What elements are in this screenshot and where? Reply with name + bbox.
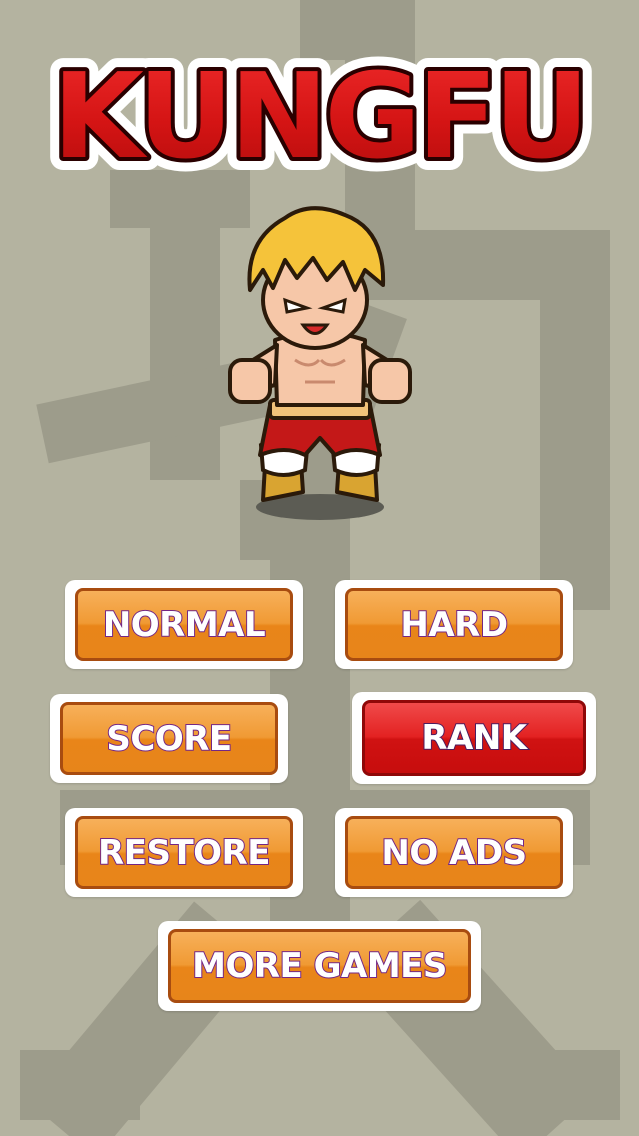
restore-button-frame: RESTORE [65,808,303,897]
rank-button[interactable]: RANK [362,700,586,776]
rank-button-label: RANK [420,717,528,759]
more-games-button-frame: MORE GAMES [158,921,481,1011]
rank-button-frame: RANK [352,692,596,784]
more-games-button-label: MORE GAMES [191,945,448,987]
restore-button[interactable]: RESTORE [75,816,293,889]
hard-mode-button[interactable]: HARD [345,588,563,661]
score-button-label: SCORE [105,718,233,760]
normal-button-label: NORMAL [102,604,267,646]
hard-button-label: HARD [399,604,509,646]
restore-button-label: RESTORE [97,832,271,874]
main-menu-screen: KUNGFU KUNGFU KUNGFU NORMAL HARD SCORE R… [0,0,639,1136]
no-ads-button-frame: NO ADS [335,808,573,897]
score-button[interactable]: SCORE [60,702,278,775]
normal-button-frame: NORMAL [65,580,303,669]
normal-mode-button[interactable]: NORMAL [75,588,293,661]
game-title-logo: KUNGFU KUNGFU KUNGFU [30,45,609,185]
no-ads-button-label: NO ADS [380,832,528,874]
title-svg: KUNGFU KUNGFU KUNGFU [39,45,602,185]
title-text: KUNGFU [52,47,585,185]
hard-button-frame: HARD [335,580,573,669]
kungfu-fighter-character [228,206,412,520]
no-ads-button[interactable]: NO ADS [345,816,563,889]
more-games-button[interactable]: MORE GAMES [168,929,471,1003]
score-button-frame: SCORE [50,694,288,783]
